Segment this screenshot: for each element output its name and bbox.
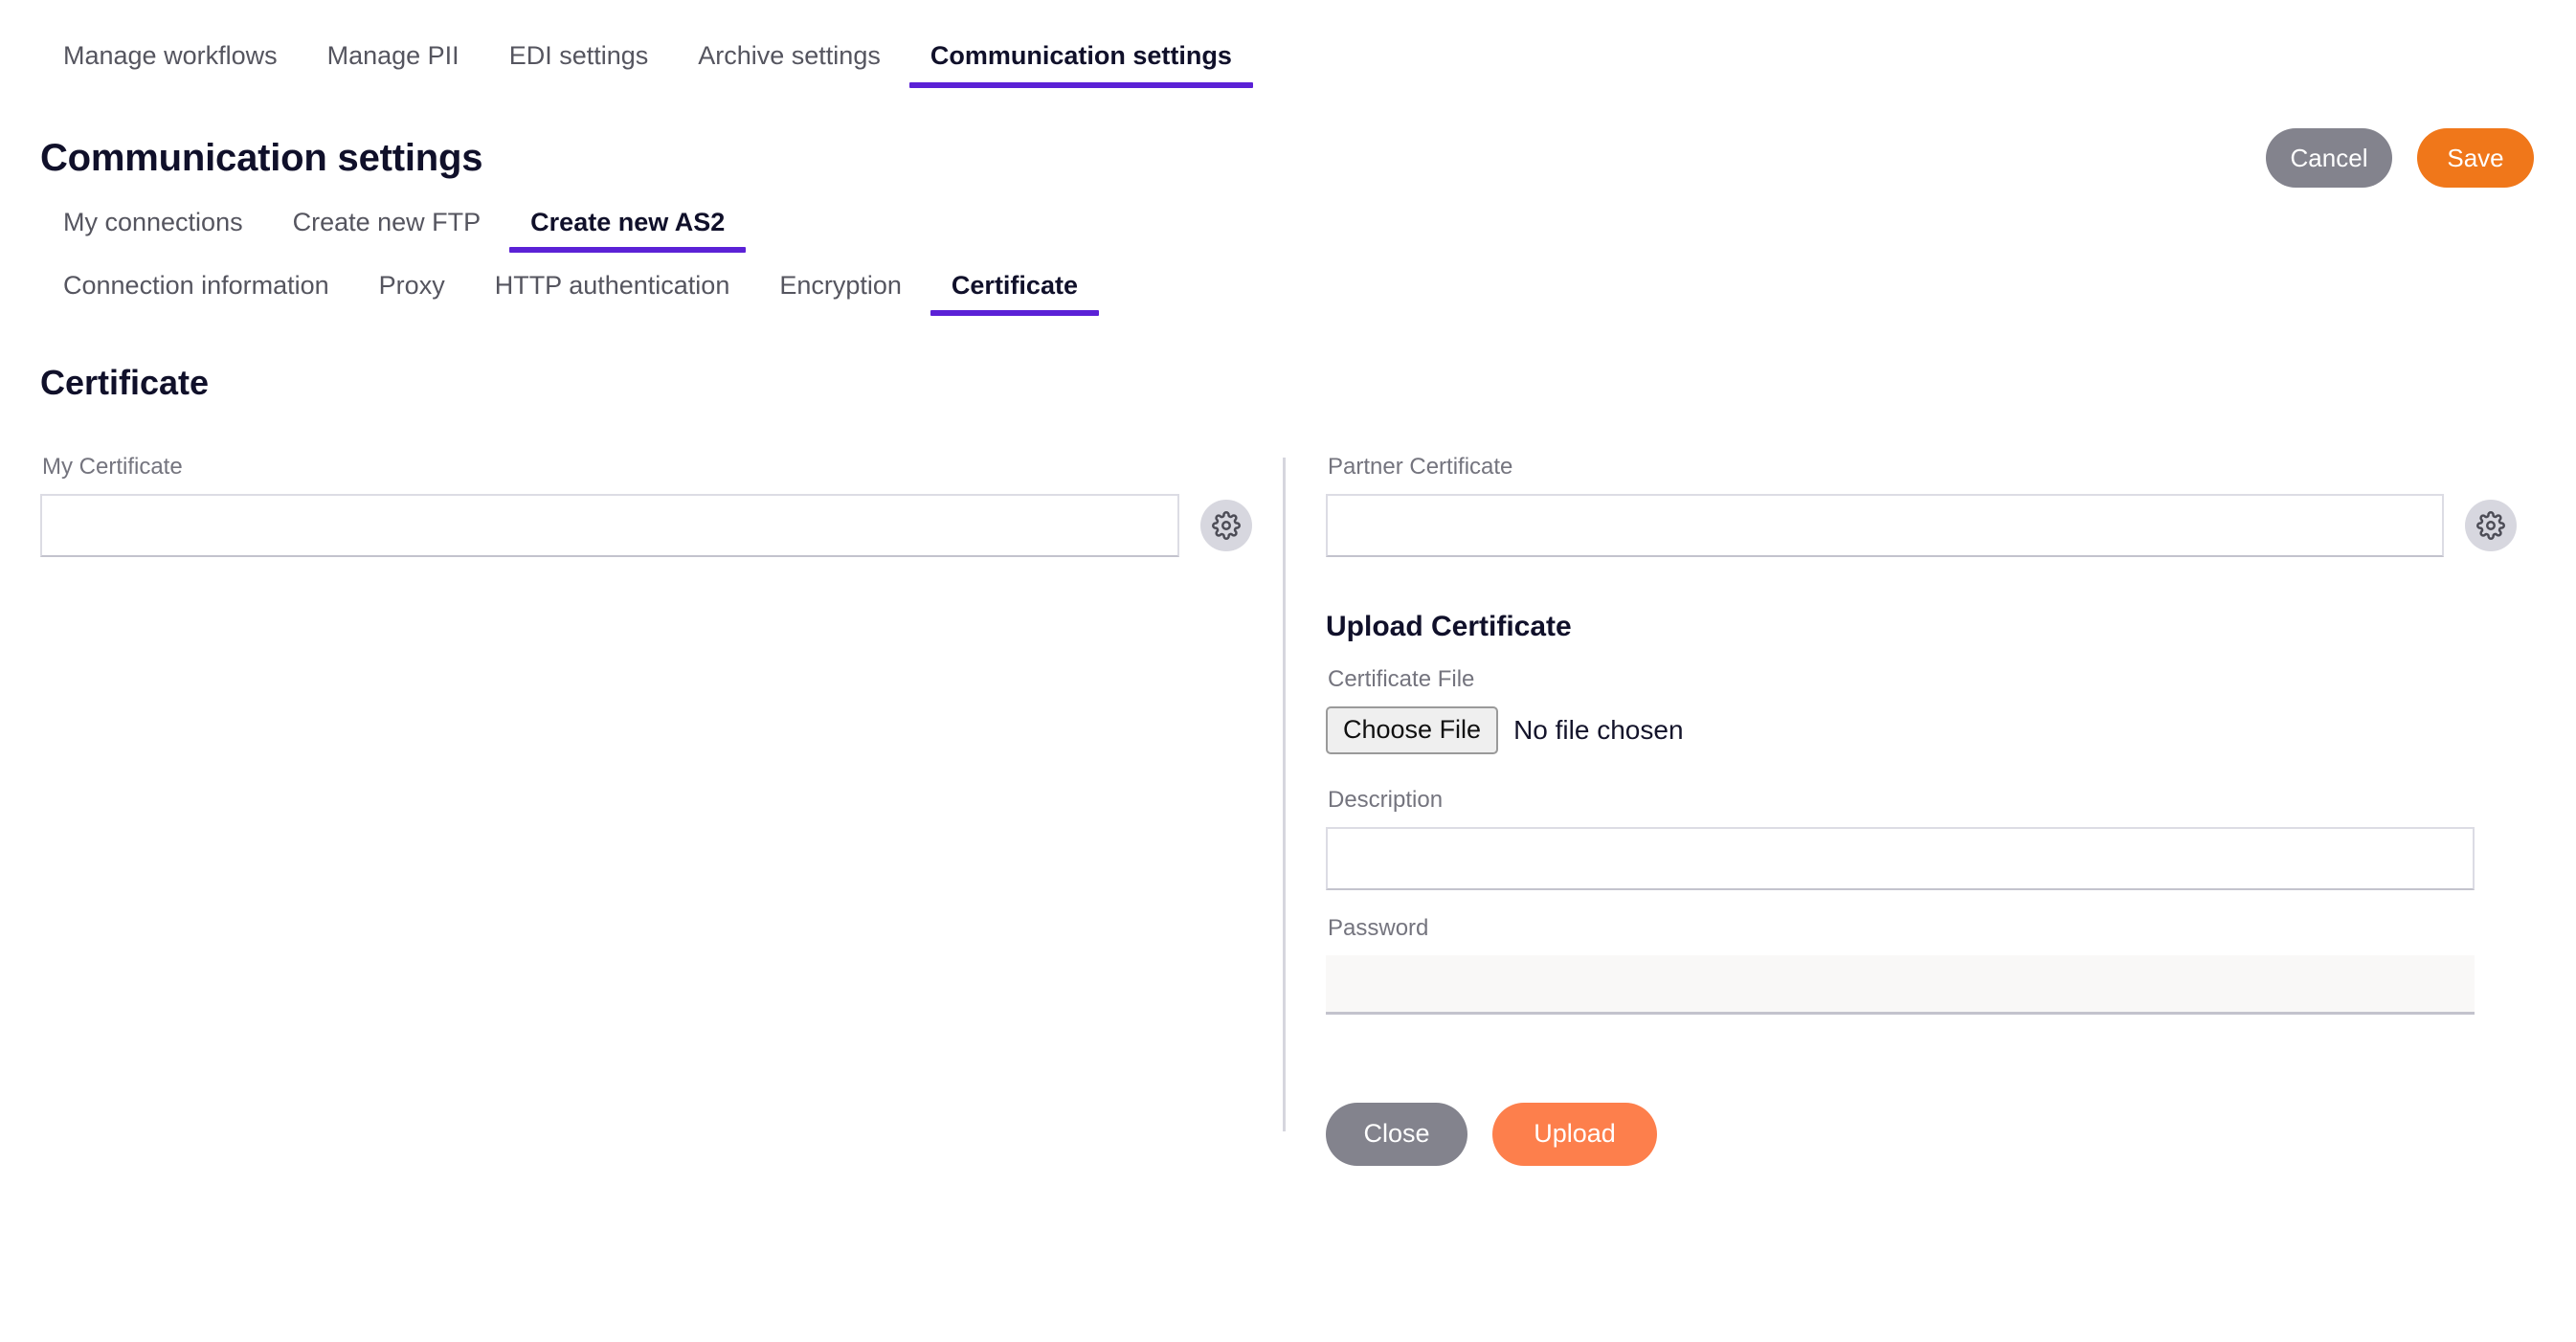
secondary-nav: My connections Create new FTP Create new… xyxy=(0,188,2576,253)
description-label: Description xyxy=(1328,786,1444,813)
gear-icon xyxy=(1212,511,1241,540)
my-certificate-panel: My Certificate xyxy=(0,456,1283,1166)
upload-actions: Close Upload xyxy=(1326,1015,2528,1166)
partner-certificate-row xyxy=(1326,494,2528,557)
my-certificate-row xyxy=(40,494,1283,557)
description-group: Description xyxy=(1326,786,2528,890)
section-title: Certificate xyxy=(40,363,210,402)
nav-tab-label: Archive settings xyxy=(698,41,881,70)
password-input[interactable] xyxy=(1326,954,2475,1015)
nav-tab-label: Communication settings xyxy=(930,41,1232,70)
subtab-label: Create new AS2 xyxy=(530,208,726,236)
page-title: Communication settings xyxy=(40,137,483,179)
page-header: Communication settings Cancel Save xyxy=(0,88,2576,188)
tab-label: Proxy xyxy=(378,271,445,300)
header-actions: Cancel Save xyxy=(2266,128,2534,188)
nav-tab-archive-settings[interactable]: Archive settings xyxy=(673,43,906,88)
primary-nav: Manage workflows Manage PII EDI settings… xyxy=(0,0,2576,88)
partner-certificate-panel: Partner Certificate Upload Certificate C… xyxy=(1286,456,2576,1166)
certificate-body: My Certificate Partner Certificate Uploa… xyxy=(0,400,2576,1166)
upload-certificate-heading: Upload Certificate xyxy=(1326,611,1572,642)
subtab-label: Create new FTP xyxy=(292,208,482,236)
nav-tab-label: Manage PII xyxy=(326,41,459,70)
password-group: Password xyxy=(1326,914,2528,1015)
nav-tab-label: EDI settings xyxy=(508,41,649,70)
tab-http-authentication[interactable]: HTTP authentication xyxy=(470,273,755,316)
close-button[interactable]: Close xyxy=(1326,1102,1467,1166)
password-label: Password xyxy=(1328,914,1429,941)
description-input[interactable] xyxy=(1326,826,2475,890)
subtab-create-new-ftp[interactable]: Create new FTP xyxy=(268,210,506,253)
gear-icon xyxy=(2476,511,2505,540)
choose-file-button[interactable]: Choose File xyxy=(1326,706,1499,754)
my-certificate-input[interactable] xyxy=(40,494,1179,557)
communication-settings-page: Manage workflows Manage PII EDI settings… xyxy=(0,0,2576,1342)
file-status-text: No file chosen xyxy=(1513,714,1684,745)
certificate-file-input[interactable]: Choose File No file chosen xyxy=(1326,706,2528,754)
tab-connection-information[interactable]: Connection information xyxy=(38,273,354,316)
tab-label: Encryption xyxy=(779,271,902,300)
nav-tab-communication-settings[interactable]: Communication settings xyxy=(906,43,1257,88)
certificate-file-label: Certificate File xyxy=(1328,666,1475,692)
nav-tab-manage-workflows[interactable]: Manage workflows xyxy=(38,43,302,88)
nav-tab-edi-settings[interactable]: EDI settings xyxy=(484,43,674,88)
subtab-create-new-as2[interactable]: Create new AS2 xyxy=(505,210,750,253)
subtab-my-connections[interactable]: My connections xyxy=(38,210,268,253)
nav-tab-manage-pii[interactable]: Manage PII xyxy=(302,43,484,88)
partner-certificate-settings-button[interactable] xyxy=(2465,500,2517,551)
nav-tab-label: Manage workflows xyxy=(63,41,278,70)
tab-certificate[interactable]: Certificate xyxy=(927,273,1103,316)
certificate-file-group: Certificate File Choose File No file cho… xyxy=(1326,641,2528,754)
cancel-button[interactable]: Cancel xyxy=(2266,128,2392,188)
tab-label: Connection information xyxy=(63,271,329,300)
my-certificate-label: My Certificate xyxy=(42,454,183,480)
tab-label: Certificate xyxy=(951,271,1078,300)
tertiary-nav: Connection information Proxy HTTP authen… xyxy=(0,253,2576,316)
tab-label: HTTP authentication xyxy=(494,271,730,300)
tab-proxy[interactable]: Proxy xyxy=(354,273,470,316)
tab-encryption[interactable]: Encryption xyxy=(754,273,927,316)
upload-button[interactable]: Upload xyxy=(1492,1102,1657,1166)
save-button[interactable]: Save xyxy=(2417,128,2534,188)
partner-certificate-label: Partner Certificate xyxy=(1328,454,1513,480)
my-certificate-settings-button[interactable] xyxy=(1200,500,1252,551)
partner-certificate-input[interactable] xyxy=(1326,494,2444,557)
subtab-label: My connections xyxy=(63,208,243,236)
